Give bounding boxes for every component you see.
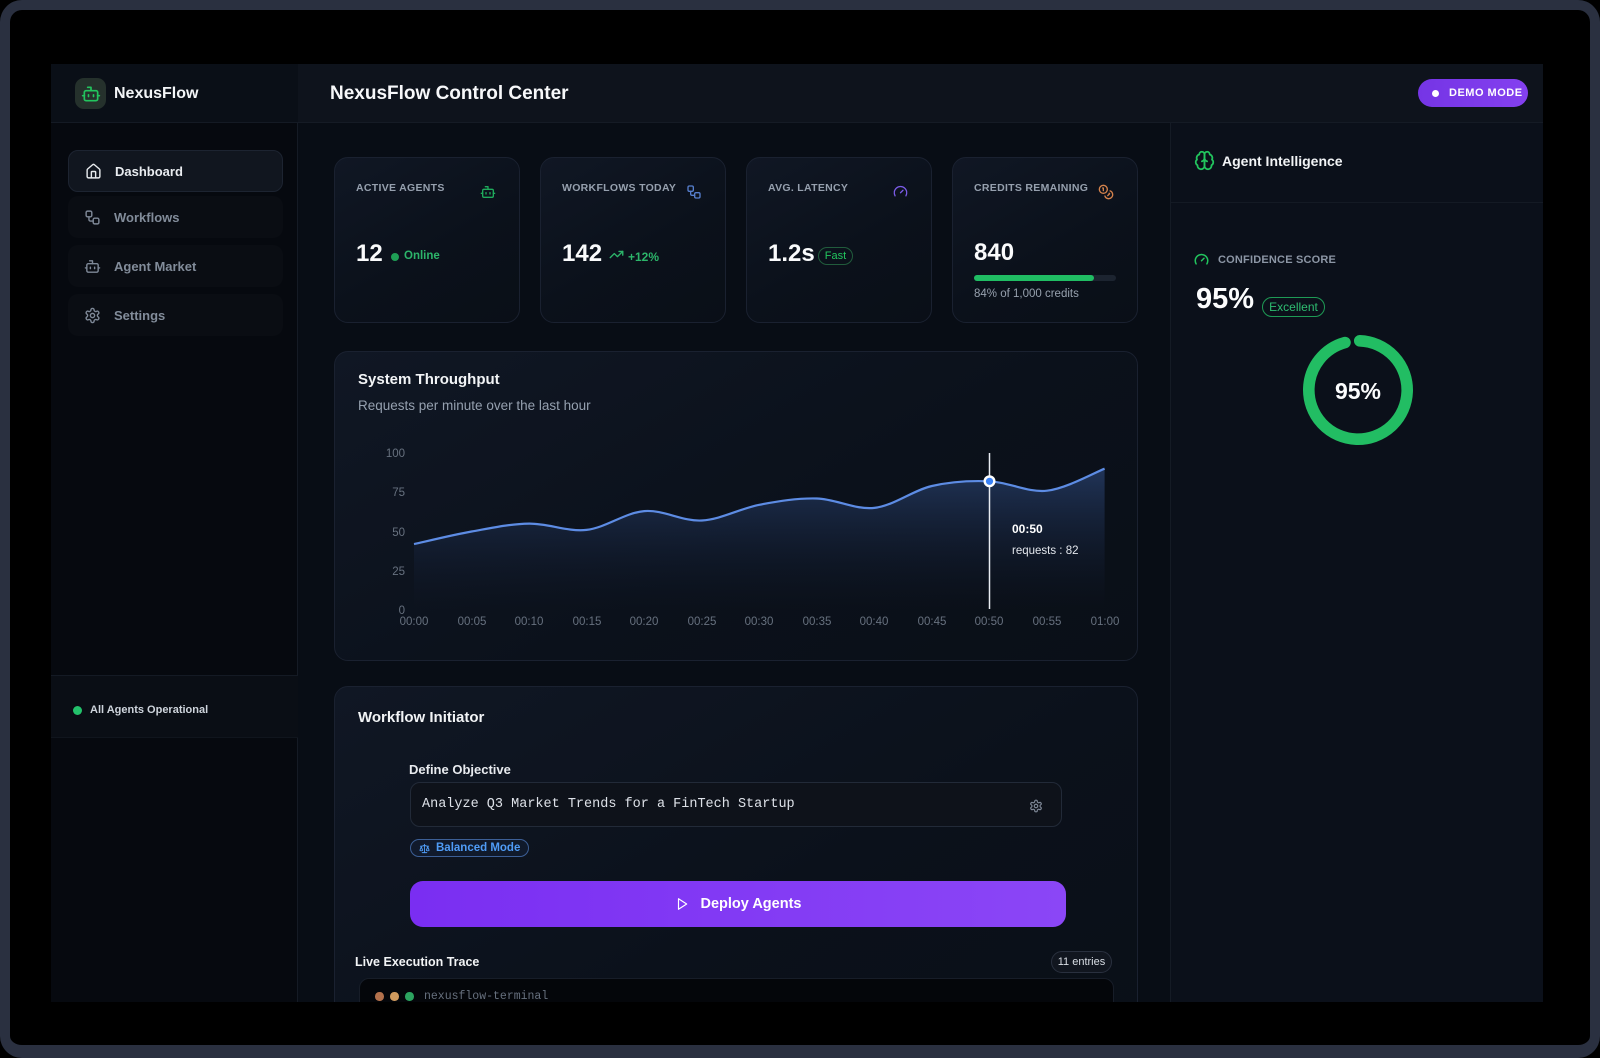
svg-text:95%: 95% [1335, 378, 1381, 404]
svg-text:00:15: 00:15 [573, 616, 602, 628]
svg-text:00:50: 00:50 [975, 616, 1004, 628]
svg-text:00:05: 00:05 [458, 616, 487, 628]
svg-text:00:20: 00:20 [630, 616, 659, 628]
svg-text:00:10: 00:10 [515, 616, 544, 628]
svg-text:00:00: 00:00 [400, 616, 429, 628]
svg-text:25: 25 [392, 566, 405, 578]
svg-text:00:45: 00:45 [918, 616, 947, 628]
svg-text:00:55: 00:55 [1033, 616, 1062, 628]
svg-text:00:40: 00:40 [860, 616, 889, 628]
svg-text:100: 100 [386, 448, 405, 460]
svg-text:00:25: 00:25 [688, 616, 717, 628]
svg-text:00:30: 00:30 [745, 616, 774, 628]
svg-text:00:50: 00:50 [1012, 522, 1043, 536]
svg-text:00:35: 00:35 [803, 616, 832, 628]
svg-text:requests : 82: requests : 82 [1012, 545, 1078, 557]
svg-text:50: 50 [392, 527, 405, 539]
svg-text:01:00: 01:00 [1091, 616, 1120, 628]
svg-text:75: 75 [392, 487, 405, 499]
